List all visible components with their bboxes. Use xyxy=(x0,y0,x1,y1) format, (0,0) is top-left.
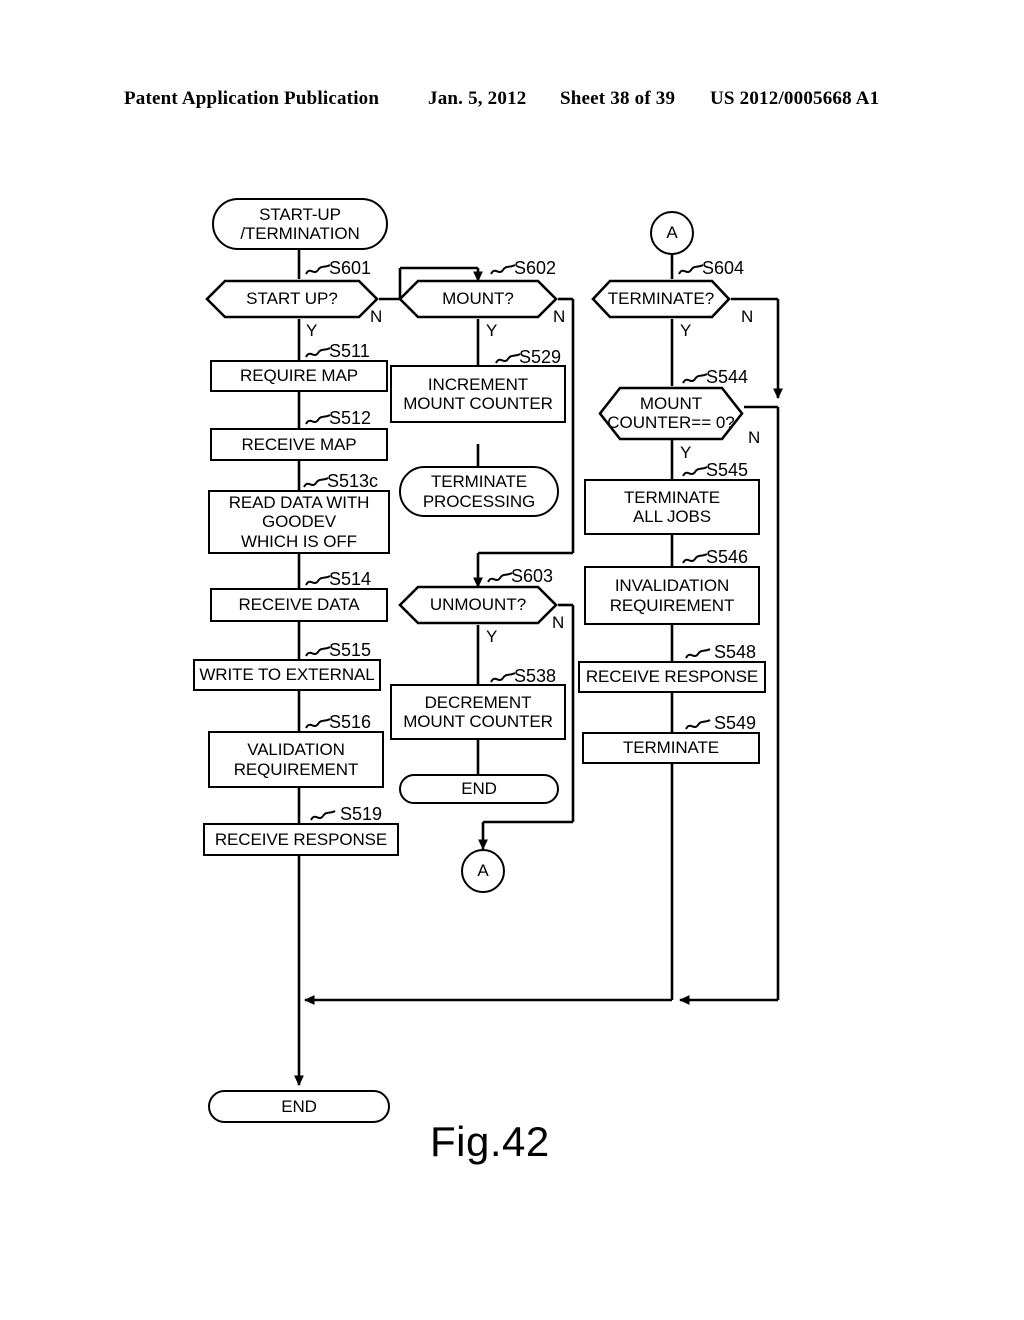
step-ref-s545: S545 xyxy=(706,460,749,480)
process-invalidation-requirement: INVALIDATION REQUIREMENT xyxy=(584,566,760,625)
decision-mount-label: MOUNT? xyxy=(442,288,514,308)
step-ref-s519: S519 xyxy=(340,804,383,824)
process-read-data-goodev: READ DATA WITH GOODEV WHICH IS OFF xyxy=(208,490,390,554)
terminal-end-left: END xyxy=(208,1090,390,1123)
process-decrement-mount-counter: DECREMENT MOUNT COUNTER xyxy=(390,684,566,740)
branch-label-counter-no: N xyxy=(748,428,761,447)
process-terminate-all-jobs: TERMINATE ALL JOBS xyxy=(584,479,760,535)
step-ref-s602: S602 xyxy=(514,258,557,278)
decision-terminate: TERMINATE? xyxy=(591,279,731,319)
terminal-start-up-termination: START-UP /TERMINATION xyxy=(212,198,388,250)
step-ref-s516: S516 xyxy=(329,712,372,732)
step-ref-s601: S601 xyxy=(329,258,372,278)
leader-squiggle-s546 xyxy=(682,553,708,564)
leader-squiggle-s513c xyxy=(303,477,329,488)
decision-mount-counter-zero: MOUNT COUNTER== 0? xyxy=(598,386,744,441)
process-receive-response-left: RECEIVE RESPONSE xyxy=(203,823,399,856)
figure-caption: Fig.42 xyxy=(430,1118,550,1165)
leader-squiggle-s601 xyxy=(305,264,331,275)
header-publication-number: US 2012/0005668 A1 xyxy=(710,88,880,109)
leader-squiggle-s603 xyxy=(487,572,513,583)
connector-a-top: A xyxy=(650,211,694,255)
leader-squiggle-s544 xyxy=(682,373,708,384)
leader-squiggle-s512 xyxy=(305,414,331,425)
branch-label-unmount-yes: Y xyxy=(486,627,498,646)
leader-squiggle-s538 xyxy=(490,672,516,683)
process-validation-requirement: VALIDATION REQUIREMENT xyxy=(208,731,384,788)
leader-squiggle-s602 xyxy=(490,264,516,275)
step-ref-s511: S511 xyxy=(329,341,370,361)
branch-label-startup-yes: Y xyxy=(306,321,318,340)
process-terminate-right: TERMINATE xyxy=(582,732,760,764)
leader-squiggle-s545 xyxy=(682,466,708,477)
step-ref-s513c: S513c xyxy=(327,471,379,491)
process-write-to-external: WRITE TO EXTERNAL xyxy=(193,659,381,691)
step-ref-s514: S514 xyxy=(329,569,372,589)
leader-squiggle-s604 xyxy=(678,264,704,275)
decision-terminate-label: TERMINATE? xyxy=(607,288,715,308)
terminal-end-middle: END xyxy=(399,774,559,804)
step-ref-s603: S603 xyxy=(511,566,554,586)
leader-squiggle-s515 xyxy=(305,646,331,657)
branch-label-counter-yes: Y xyxy=(680,443,692,462)
step-ref-s512: S512 xyxy=(329,408,372,428)
connector-a-bottom: A xyxy=(461,849,505,893)
process-receive-response-right: RECEIVE RESPONSE xyxy=(578,661,766,693)
process-receive-data: RECEIVE DATA xyxy=(210,588,388,622)
branch-label-startup-no: N xyxy=(370,307,383,326)
patent-drawing-sheet: Patent Application Publication Jan. 5, 2… xyxy=(0,0,1024,1320)
decision-unmount-label: UNMOUNT? xyxy=(429,594,527,614)
leader-squiggle-s516 xyxy=(305,718,331,729)
header-sheet: Sheet 38 of 39 xyxy=(560,88,676,109)
step-ref-s548: S548 xyxy=(714,642,757,662)
decision-start-up: START UP? xyxy=(205,279,379,319)
terminal-terminate-processing: TERMINATE PROCESSING xyxy=(399,466,559,517)
step-ref-s544: S544 xyxy=(706,367,749,387)
decision-unmount: UNMOUNT? xyxy=(398,585,558,625)
step-ref-s546: S546 xyxy=(706,547,749,567)
branch-label-mount-no: N xyxy=(553,307,566,326)
leader-squiggle-s548 xyxy=(685,648,711,659)
leader-squiggle-s514 xyxy=(305,575,331,586)
branch-label-unmount-no: N xyxy=(552,613,565,632)
leader-squiggle-s529 xyxy=(495,353,521,364)
step-ref-s515: S515 xyxy=(329,640,372,660)
leader-squiggle-s511 xyxy=(305,347,331,358)
process-require-map: REQUIRE MAP xyxy=(210,360,388,392)
leader-squiggle-s549 xyxy=(685,719,711,730)
branch-label-mount-yes: Y xyxy=(486,321,498,340)
step-ref-s538: S538 xyxy=(514,666,557,686)
decision-mount-counter-zero-label: MOUNT COUNTER== 0? xyxy=(607,393,735,432)
process-increment-mount-counter: INCREMENT MOUNT COUNTER xyxy=(390,365,566,423)
decision-mount: MOUNT? xyxy=(398,279,558,319)
leader-squiggle-s519 xyxy=(310,810,336,821)
header-date: Jan. 5, 2012 xyxy=(428,88,527,109)
branch-label-terminate-yes: Y xyxy=(680,321,692,340)
step-ref-s529: S529 xyxy=(519,347,562,367)
branch-label-terminate-no: N xyxy=(741,307,754,326)
process-receive-map: RECEIVE MAP xyxy=(210,428,388,461)
decision-start-up-label: START UP? xyxy=(246,288,338,308)
step-ref-s549: S549 xyxy=(714,713,757,733)
header-publication: Patent Application Publication xyxy=(124,88,380,109)
step-ref-s604: S604 xyxy=(702,258,745,278)
